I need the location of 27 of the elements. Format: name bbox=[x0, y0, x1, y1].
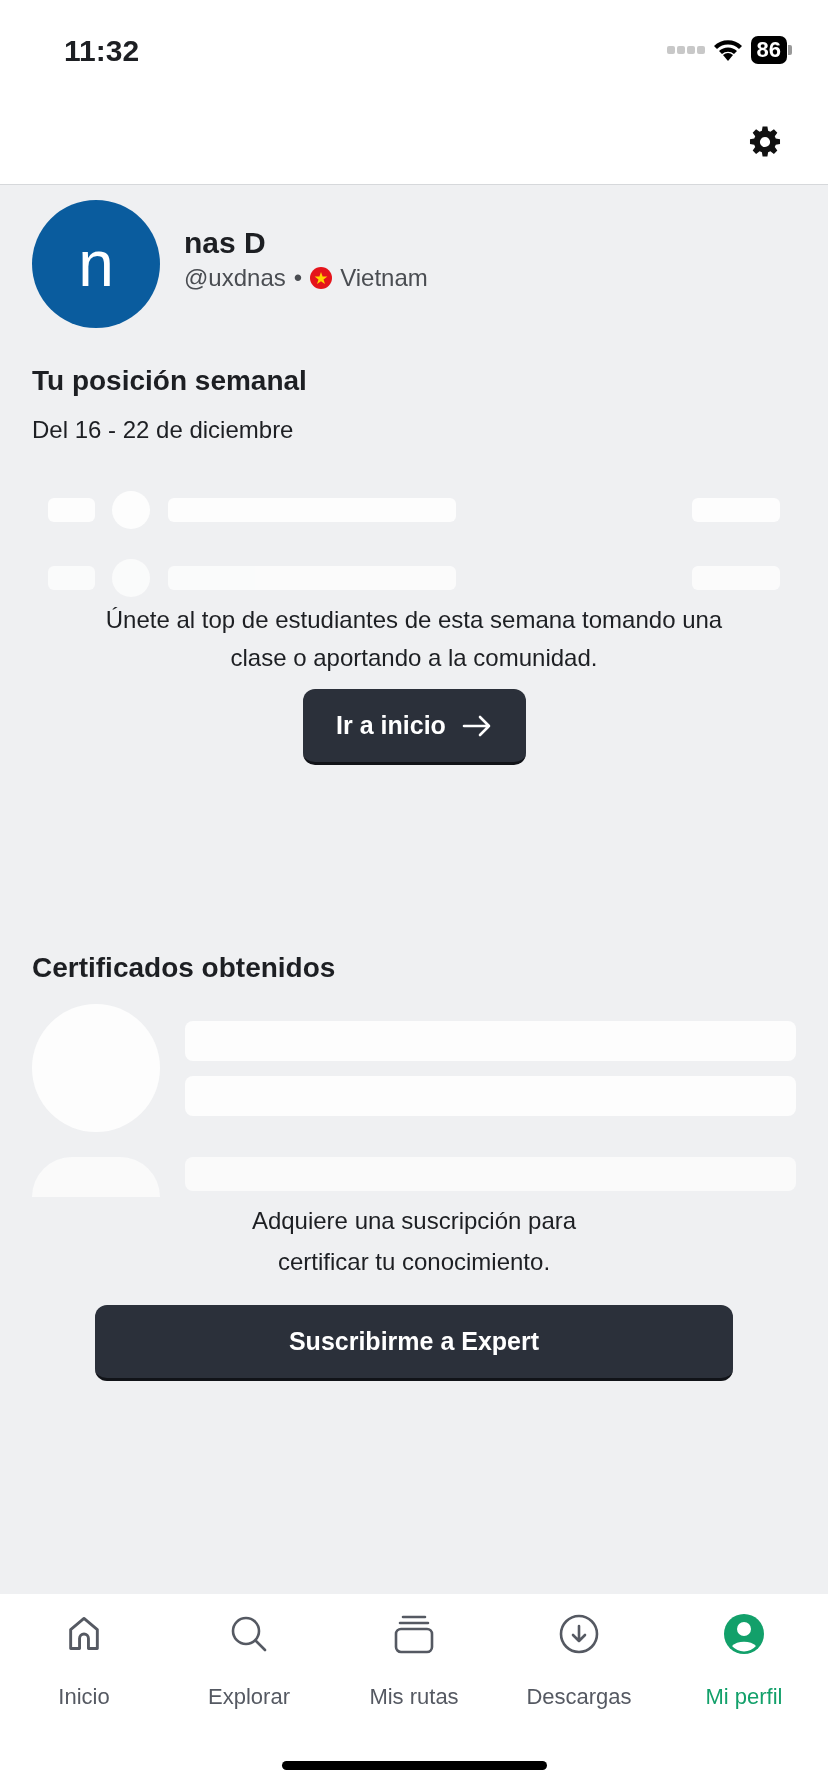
subscription-message: Adquiere una suscripción para certificar tu conocimiento. bbox=[250, 1206, 578, 1277]
tab-item[interactable]: Explorar bbox=[179, 1612, 319, 1713]
country-name: Vietnam bbox=[340, 263, 428, 293]
tab-item[interactable]: Mis rutas bbox=[344, 1612, 484, 1713]
stacked-cards-icon bbox=[394, 1614, 434, 1654]
separator-dot: • bbox=[293, 263, 303, 293]
search-icon bbox=[230, 1615, 268, 1653]
tab-item[interactable]: Descargas bbox=[509, 1612, 649, 1713]
user-handle: @uxdnas bbox=[184, 263, 286, 293]
section-title: Certificados obtenidos bbox=[32, 951, 337, 985]
arrow-right-icon bbox=[461, 714, 492, 737]
avatar: n bbox=[32, 200, 160, 328]
battery-level: 86 bbox=[750, 36, 787, 64]
download-icon bbox=[559, 1614, 599, 1654]
settings-icon[interactable] bbox=[748, 125, 782, 159]
date-range: Del 16 - 22 de diciembre bbox=[32, 415, 295, 445]
user-icon bbox=[724, 1614, 764, 1654]
go-home-button[interactable]: Ir a inicio bbox=[302, 689, 526, 765]
section-title: Tu posición semanal bbox=[32, 364, 308, 398]
signal-icon bbox=[666, 45, 705, 55]
flag-icon bbox=[310, 267, 333, 289]
subscribe-button[interactable]: Suscribirme a Expert bbox=[95, 1305, 733, 1381]
tab-item[interactable]: Inicio bbox=[14, 1612, 154, 1713]
user-name: nas D bbox=[184, 225, 267, 261]
wifi-icon bbox=[712, 38, 743, 62]
leaderboard-message: Únete al top de estudiantes de esta semana tomando una clase o aportando a la comunidad. bbox=[104, 605, 724, 673]
clock-time: 11:32 bbox=[64, 32, 140, 69]
